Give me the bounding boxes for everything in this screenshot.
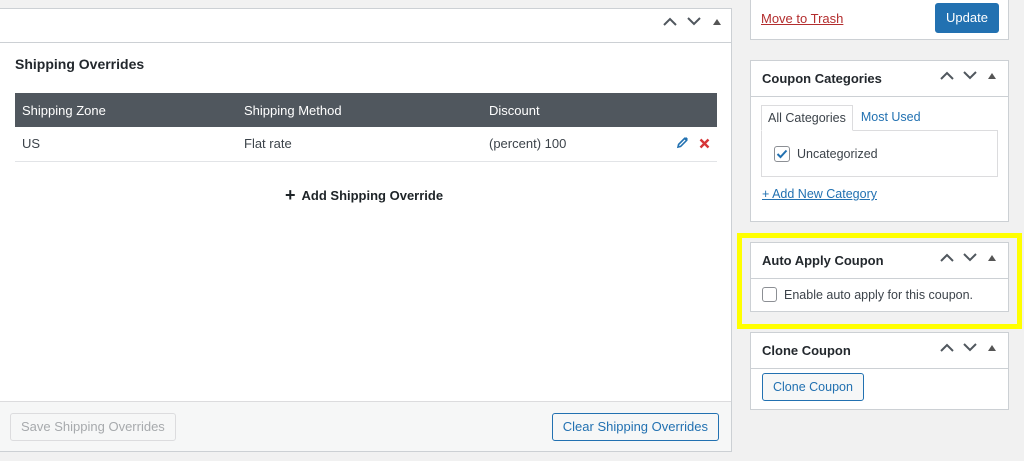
clear-shipping-overrides-button[interactable]: Clear Shipping Overrides bbox=[551, 413, 719, 441]
auto-apply-coupon-box: Auto Apply Coupon Enable auto apply for … bbox=[750, 242, 1009, 312]
table-row: US Flat rate (percent) 100 bbox=[15, 127, 717, 162]
chevron-up-icon[interactable] bbox=[940, 71, 954, 80]
pencil-icon[interactable] bbox=[676, 136, 689, 152]
close-icon[interactable] bbox=[699, 137, 710, 152]
cell-discount: (percent) 100 bbox=[482, 127, 657, 162]
box-controls bbox=[940, 343, 996, 352]
add-shipping-override-label: Add Shipping Override bbox=[301, 187, 444, 203]
clone-coupon-box: Clone Coupon Clone Coupon bbox=[750, 332, 1009, 410]
add-new-category-link[interactable]: + Add New Category bbox=[762, 187, 877, 201]
chevron-up-icon[interactable] bbox=[940, 343, 954, 352]
table-header-row: Shipping Zone Shipping Method Discount bbox=[15, 93, 717, 127]
triangle-up-icon[interactable] bbox=[988, 254, 996, 261]
shipping-overrides-title: Shipping Overrides bbox=[15, 56, 145, 72]
shipping-overrides-panel: Shipping Overrides Shipping Zone Shippin… bbox=[0, 8, 732, 452]
update-button[interactable]: Update bbox=[935, 3, 999, 33]
panel-header bbox=[0, 9, 731, 43]
chevron-down-icon[interactable] bbox=[963, 343, 977, 352]
cell-method: Flat rate bbox=[237, 127, 482, 162]
publish-box: Move to Trash Update bbox=[750, 0, 1009, 40]
clone-coupon-header: Clone Coupon bbox=[751, 333, 1008, 369]
chevron-up-icon[interactable] bbox=[940, 253, 954, 262]
auto-apply-header: Auto Apply Coupon bbox=[751, 243, 1008, 279]
chevron-up-icon[interactable] bbox=[663, 17, 677, 26]
auto-apply-label: Enable auto apply for this coupon. bbox=[784, 287, 974, 302]
chevron-down-icon[interactable] bbox=[687, 17, 701, 26]
save-shipping-overrides-button[interactable]: Save Shipping Overrides bbox=[10, 413, 176, 441]
panel-footer: Save Shipping Overrides Clear Shipping O… bbox=[0, 401, 731, 451]
auto-apply-title: Auto Apply Coupon bbox=[762, 253, 884, 268]
chevron-down-icon[interactable] bbox=[963, 253, 977, 262]
shipping-overrides-table: Shipping Zone Shipping Method Discount U… bbox=[15, 93, 717, 162]
column-header-discount: Discount bbox=[482, 93, 657, 127]
column-header-method: Shipping Method bbox=[237, 93, 482, 127]
category-label: Uncategorized bbox=[797, 147, 878, 161]
clone-coupon-title: Clone Coupon bbox=[762, 343, 851, 358]
add-shipping-override-button[interactable]: + Add Shipping Override bbox=[285, 186, 443, 204]
category-checkbox[interactable] bbox=[774, 146, 790, 162]
tab-all-categories[interactable]: All Categories bbox=[761, 105, 853, 131]
coupon-categories-title: Coupon Categories bbox=[762, 71, 882, 86]
category-item-uncategorized[interactable]: Uncategorized bbox=[774, 146, 878, 162]
move-to-trash-link[interactable]: Move to Trash bbox=[761, 11, 843, 26]
tab-most-used[interactable]: Most Used bbox=[853, 105, 927, 131]
triangle-up-icon[interactable] bbox=[713, 18, 721, 25]
chevron-down-icon[interactable] bbox=[963, 71, 977, 80]
column-header-actions bbox=[657, 93, 717, 127]
column-header-zone: Shipping Zone bbox=[15, 93, 237, 127]
checkmark-icon bbox=[776, 149, 788, 159]
coupon-categories-box: Coupon Categories All Categories Most Us… bbox=[750, 60, 1009, 222]
box-controls bbox=[940, 253, 996, 262]
clone-coupon-button[interactable]: Clone Coupon bbox=[762, 373, 864, 401]
plus-icon: + bbox=[285, 185, 296, 205]
category-list: Uncategorized bbox=[761, 130, 998, 177]
auto-apply-checkbox[interactable] bbox=[762, 287, 777, 302]
cell-actions bbox=[657, 127, 717, 162]
auto-apply-option[interactable]: Enable auto apply for this coupon. bbox=[762, 287, 973, 302]
triangle-up-icon[interactable] bbox=[988, 72, 996, 79]
category-tabs: All Categories Most Used bbox=[761, 105, 927, 131]
box-controls bbox=[940, 71, 996, 80]
triangle-up-icon[interactable] bbox=[988, 344, 996, 351]
panel-controls bbox=[663, 17, 721, 26]
coupon-categories-header: Coupon Categories bbox=[751, 61, 1008, 97]
cell-zone: US bbox=[15, 127, 237, 162]
